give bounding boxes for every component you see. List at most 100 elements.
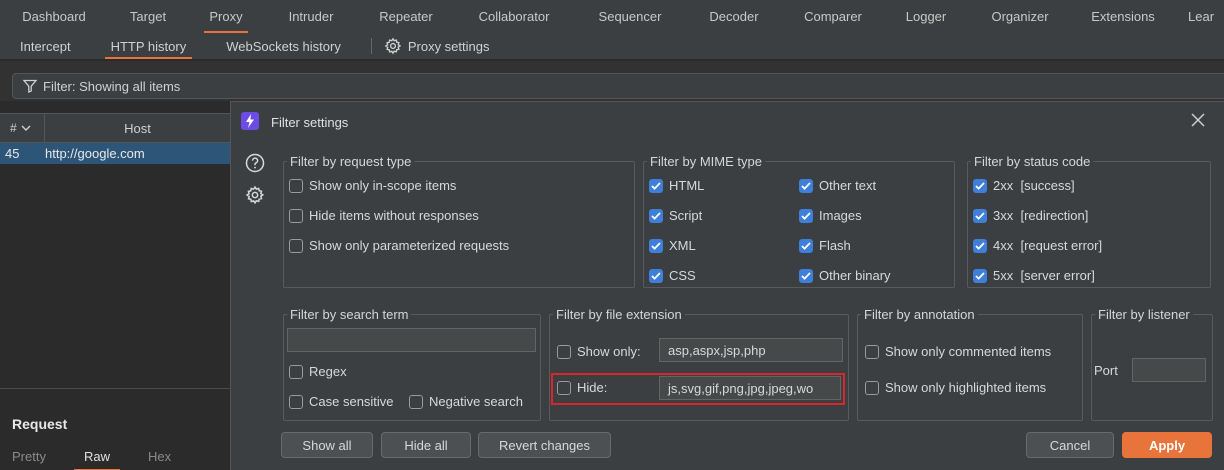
- checkbox-box[interactable]: [865, 380, 879, 395]
- tab-extensions[interactable]: Extensions: [1072, 0, 1174, 33]
- checkbox-box[interactable]: [289, 208, 303, 223]
- checkbox-box[interactable]: [289, 238, 303, 253]
- status-5xx-checkbox[interactable]: 5xx [server error]: [973, 268, 1095, 283]
- column-header-number[interactable]: #: [0, 114, 45, 142]
- checkbox-checked[interactable]: [799, 208, 813, 223]
- mime-type-legend: Filter by MIME type: [650, 154, 762, 169]
- commented-checkbox[interactable]: Show only commented items: [865, 344, 1051, 359]
- top-tab-bar: Dashboard Target Proxy Intruder Repeater…: [0, 0, 1224, 33]
- tab-target[interactable]: Target: [108, 0, 188, 33]
- tab-proxy[interactable]: Proxy: [188, 0, 264, 33]
- cancel-button[interactable]: Cancel: [1026, 432, 1114, 458]
- checkbox-checked[interactable]: [799, 268, 813, 283]
- tab-repeater[interactable]: Repeater: [358, 0, 454, 33]
- mime-images-checkbox[interactable]: Images: [799, 208, 862, 223]
- checkbox-box[interactable]: [557, 344, 571, 359]
- filter-bar-label: Filter: Showing all items: [43, 78, 181, 94]
- status-2xx-checkbox[interactable]: 2xx [success]: [973, 178, 1075, 193]
- show-only-extension-checkbox[interactable]: Show only:: [557, 344, 641, 359]
- table-row[interactable]: 45 http://google.com: [0, 143, 230, 164]
- checkbox-checked[interactable]: [649, 268, 663, 283]
- checkbox-checked[interactable]: [973, 208, 987, 223]
- filter-bar[interactable]: Filter: Showing all items: [12, 73, 1224, 99]
- mime-other-text-checkbox[interactable]: Other text: [799, 178, 876, 193]
- checkbox-checked[interactable]: [973, 268, 987, 283]
- checkbox-label: Hide items without responses: [309, 208, 479, 223]
- checkbox-box[interactable]: [865, 344, 879, 359]
- tab-comparer[interactable]: Comparer: [782, 0, 884, 33]
- mime-css-checkbox[interactable]: CSS: [649, 268, 696, 283]
- column-header-host[interactable]: Host: [45, 114, 230, 142]
- tab-intruder[interactable]: Intruder: [264, 0, 358, 33]
- checkbox-box[interactable]: [289, 394, 303, 409]
- revert-changes-button[interactable]: Revert changes: [478, 432, 611, 458]
- request-tab-bar: Pretty Raw Hex: [0, 441, 230, 470]
- tab-intercept[interactable]: Intercept: [0, 33, 91, 59]
- mime-script-checkbox[interactable]: Script: [649, 208, 702, 223]
- checkbox-box[interactable]: [289, 364, 303, 379]
- divider: [370, 38, 372, 54]
- tab-sequencer[interactable]: Sequencer: [574, 0, 686, 33]
- show-all-button[interactable]: Show all: [281, 432, 373, 458]
- tab-decoder[interactable]: Decoder: [686, 0, 782, 33]
- apply-button[interactable]: Apply: [1122, 432, 1212, 458]
- tab-learn[interactable]: Lear: [1174, 0, 1224, 33]
- mime-xml-checkbox[interactable]: XML: [649, 238, 696, 253]
- checkbox-label: Case sensitive: [309, 394, 394, 409]
- checkbox-label: Show only highlighted items: [885, 380, 1047, 395]
- mime-other-binary-checkbox[interactable]: Other binary: [799, 268, 891, 283]
- checkbox-label: Script: [669, 208, 703, 223]
- dialog-title: Filter settings: [271, 115, 349, 130]
- checkbox-box[interactable]: [557, 380, 571, 395]
- tab-collaborator[interactable]: Collaborator: [454, 0, 574, 33]
- in-scope-checkbox[interactable]: Show only in-scope items: [289, 178, 456, 193]
- row-host: http://google.com: [45, 146, 145, 161]
- mime-flash-checkbox[interactable]: Flash: [799, 238, 851, 253]
- case-sensitive-checkbox[interactable]: Case sensitive: [289, 394, 394, 409]
- tab-hex[interactable]: Hex: [148, 441, 171, 470]
- checkbox-checked[interactable]: [973, 238, 987, 253]
- checkbox-checked[interactable]: [799, 238, 813, 253]
- negative-search-checkbox[interactable]: Negative search: [409, 394, 523, 409]
- tab-organizer[interactable]: Organizer: [968, 0, 1072, 33]
- checkbox-checked[interactable]: [649, 208, 663, 223]
- chevron-down-icon: [21, 125, 31, 131]
- checkbox-label: Flash: [819, 238, 851, 253]
- proxy-sub-tab-bar: Intercept HTTP history WebSockets histor…: [0, 33, 1224, 60]
- checkbox-box[interactable]: [289, 178, 303, 193]
- tab-pretty[interactable]: Pretty: [12, 441, 46, 470]
- tab-logger[interactable]: Logger: [884, 0, 968, 33]
- without-responses-checkbox[interactable]: Hide items without responses: [289, 208, 479, 223]
- tab-websockets-history[interactable]: WebSockets history: [206, 33, 361, 59]
- parameterized-checkbox[interactable]: Show only parameterized requests: [289, 238, 509, 253]
- tab-dashboard[interactable]: Dashboard: [0, 0, 108, 33]
- checkbox-checked[interactable]: [799, 178, 813, 193]
- port-input[interactable]: [1132, 358, 1206, 382]
- hide-all-button[interactable]: Hide all: [381, 432, 471, 458]
- highlighted-checkbox[interactable]: Show only highlighted items: [865, 380, 1046, 395]
- tab-http-history[interactable]: HTTP history: [91, 33, 207, 59]
- column-number-label: #: [10, 121, 17, 135]
- checkbox-checked[interactable]: [973, 178, 987, 193]
- status-4xx-checkbox[interactable]: 4xx [request error]: [973, 238, 1102, 253]
- status-3xx-checkbox[interactable]: 3xx [redirection]: [973, 208, 1088, 223]
- filter-icon: [23, 79, 37, 93]
- close-icon[interactable]: [1190, 112, 1206, 128]
- checkbox-label: 4xx [request error]: [993, 238, 1103, 253]
- settings-gear-icon[interactable]: [245, 185, 265, 205]
- filter-bar-area: Filter: Showing all items: [0, 61, 1224, 101]
- show-only-extension-input[interactable]: asp,aspx,jsp,php: [659, 338, 843, 362]
- checkbox-checked[interactable]: [649, 238, 663, 253]
- help-icon[interactable]: [245, 153, 265, 173]
- checkbox-checked[interactable]: [649, 178, 663, 193]
- tab-raw[interactable]: Raw: [73, 441, 121, 470]
- proxy-settings-button[interactable]: Proxy settings: [384, 37, 490, 55]
- mime-html-checkbox[interactable]: HTML: [649, 178, 704, 193]
- checkbox-box[interactable]: [409, 394, 423, 409]
- regex-checkbox[interactable]: Regex: [289, 364, 347, 379]
- port-label: Port: [1094, 363, 1118, 378]
- checkbox-label: Images: [819, 208, 862, 223]
- hide-extension-checkbox[interactable]: Hide:: [557, 380, 607, 395]
- search-term-input[interactable]: [287, 328, 536, 352]
- hide-extension-input[interactable]: js,svg,gif,png,jpg,jpeg,wo: [659, 376, 841, 400]
